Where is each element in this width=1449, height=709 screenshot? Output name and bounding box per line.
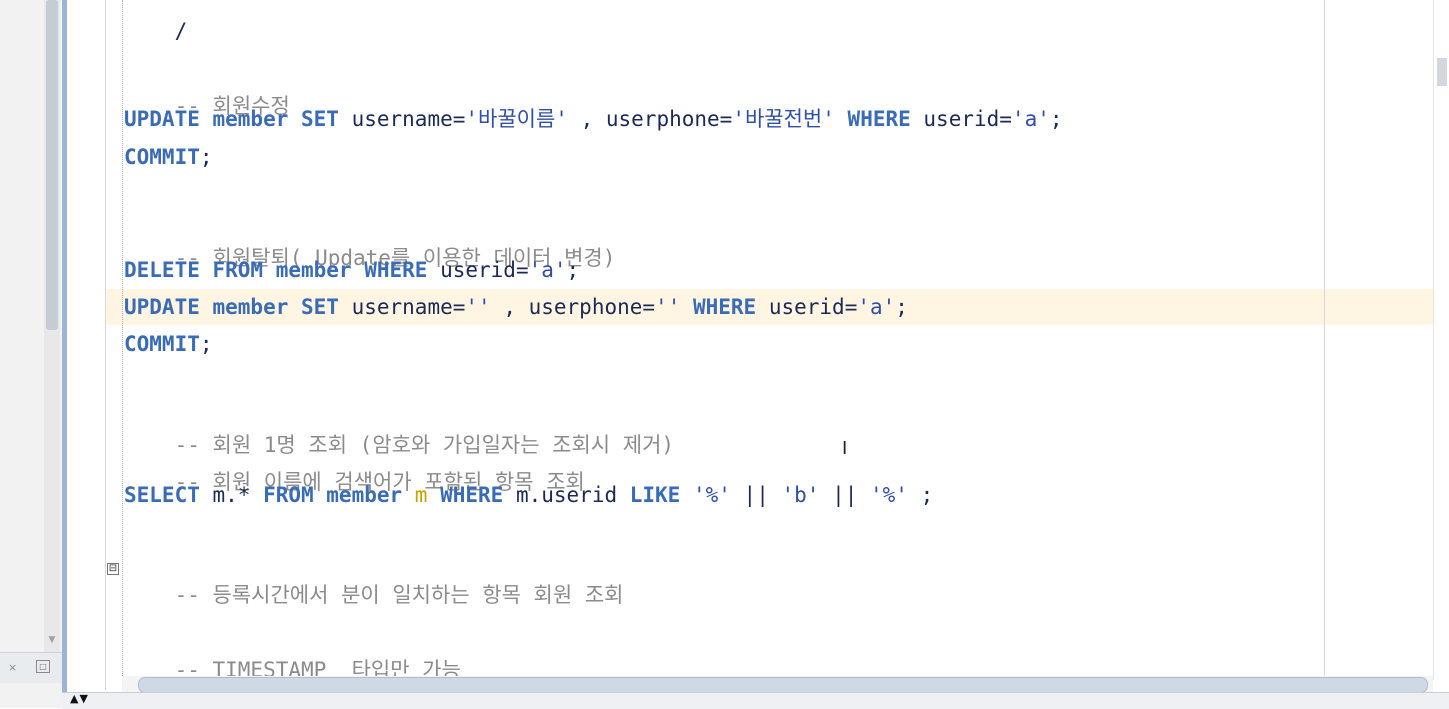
vertical-scrollbar-marker bbox=[1437, 58, 1447, 86]
scroll-down-arrow-icon[interactable]: ▼ bbox=[46, 634, 58, 646]
minimize-icon[interactable]: □ bbox=[36, 660, 50, 673]
code-line-comment: -- TIMESTAMP 타입만 가능 bbox=[174, 658, 461, 676]
close-icon[interactable]: × bbox=[8, 661, 17, 674]
left-panel-scrollbar-thumb[interactable] bbox=[46, 0, 58, 330]
code-line-comment: -- 등록시간에서 분이 일치하는 항목 회원 조회 bbox=[174, 583, 624, 607]
code-line: / bbox=[174, 19, 188, 43]
code-line-select: SELECT m.* FROM member m WHERE m.userid … bbox=[124, 483, 934, 507]
code-line-delete: DELETE FROM member WHERE userid='a'; bbox=[124, 258, 580, 282]
horizontal-scrollbar-thumb[interactable] bbox=[138, 677, 1428, 693]
fold-collapse-icon[interactable]: ⊟ bbox=[107, 563, 119, 575]
vertical-scrollbar[interactable] bbox=[1433, 0, 1449, 680]
code-line-update: UPDATE member SET username='바꿀이름' , user… bbox=[124, 107, 1063, 131]
text-cursor-icon: I bbox=[842, 438, 848, 459]
code-line-commit: COMMIT; bbox=[124, 332, 213, 356]
code-line-update-current: UPDATE member SET username='' , userphon… bbox=[124, 295, 908, 319]
bottom-bar bbox=[62, 692, 1449, 709]
editor-gutter bbox=[67, 0, 106, 690]
navigation-arrows-icon[interactable]: ▲▼ bbox=[70, 692, 89, 705]
left-panel-footer: × □ bbox=[0, 652, 62, 683]
fold-guide-line bbox=[122, 0, 123, 680]
code-line-commit: COMMIT; bbox=[124, 145, 213, 169]
sql-editor-text-area[interactable]: / -- 회원수정 UPDATE member SET username='바꿀… bbox=[124, 0, 1433, 676]
